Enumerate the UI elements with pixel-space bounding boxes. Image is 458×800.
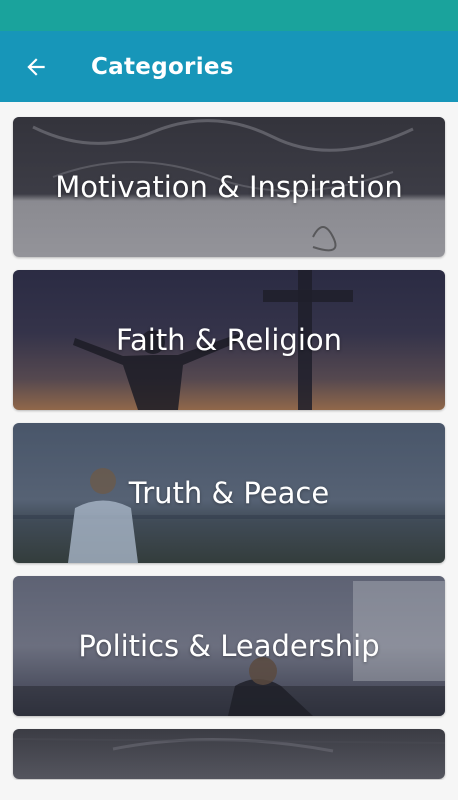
arrow-left-icon — [27, 57, 45, 76]
category-card-truth[interactable]: Truth & Peace — [13, 423, 445, 563]
status-bar — [0, 0, 458, 31]
back-button[interactable] — [0, 31, 72, 102]
category-card-politics[interactable]: Politics & Leadership — [13, 576, 445, 716]
category-card-motivation[interactable]: Motivation & Inspiration — [13, 117, 445, 257]
texture-decoration — [13, 737, 445, 753]
category-card-partial[interactable] — [13, 729, 445, 779]
category-card-faith[interactable]: Faith & Religion — [13, 270, 445, 410]
category-list: Motivation & Inspiration Faith & Religio… — [13, 117, 445, 779]
category-label: Motivation & Inspiration — [55, 170, 403, 204]
bottom-edge — [0, 780, 458, 800]
category-label: Truth & Peace — [128, 476, 330, 510]
app-bar: Categories — [0, 31, 458, 102]
category-label: Politics & Leadership — [78, 629, 380, 663]
category-label: Faith & Religion — [115, 323, 343, 357]
page-title: Categories — [91, 53, 234, 80]
